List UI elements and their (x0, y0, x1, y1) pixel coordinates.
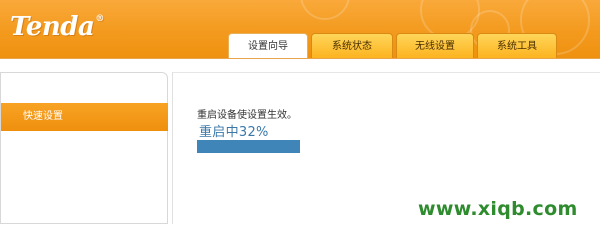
sidebar: 快速设置 (0, 72, 168, 224)
logo-text: Tenda (10, 12, 95, 42)
reboot-progress-label: 重启中32% (199, 125, 269, 140)
tab-wireless-settings[interactable]: 无线设置 (396, 33, 474, 58)
reboot-progress-bar (197, 140, 300, 153)
watermark-text: www.xiqb.com (418, 198, 578, 220)
header-bar: Tenda® 设置向导 系统状态 无线设置 系统工具 (0, 0, 600, 58)
sidebar-item-quick-setup[interactable]: 快速设置 (1, 103, 168, 131)
reboot-progress-fill (197, 140, 300, 153)
tenda-logo: Tenda® (10, 4, 104, 42)
header-divider (0, 58, 600, 59)
header-decoration (300, 0, 350, 20)
main-tabs: 设置向导 系统状态 无线设置 系统工具 (228, 33, 557, 58)
tab-system-status[interactable]: 系统状态 (311, 33, 393, 58)
tab-system-tools[interactable]: 系统工具 (477, 33, 557, 58)
tab-setup-wizard[interactable]: 设置向导 (228, 33, 308, 58)
logo-registered-mark: ® (95, 14, 104, 24)
reboot-message: 重启设备使设置生效。 (197, 110, 297, 121)
